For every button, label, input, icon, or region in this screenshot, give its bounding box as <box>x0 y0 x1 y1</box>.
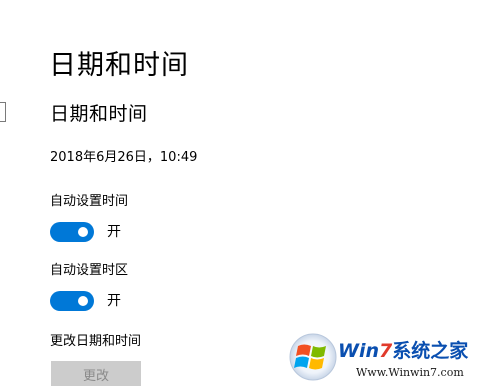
search-box-edge[interactable] <box>0 102 6 122</box>
windows-logo-icon <box>289 333 337 381</box>
auto-time-state: 开 <box>107 224 121 240</box>
auto-time-toggle[interactable] <box>50 222 94 242</box>
watermark: Win7系统之家 Www.Winwin7.com <box>286 330 487 386</box>
page-title: 日期和时间 <box>49 50 189 81</box>
auto-timezone-toggle[interactable] <box>50 291 94 311</box>
current-datetime: 2018年6月26日，10:49 <box>50 150 198 165</box>
toggle-knob <box>78 227 88 237</box>
date-time-settings-page: 日期和时间 日期和时间 2018年6月26日，10:49 自动设置时间 开 自动… <box>0 0 487 386</box>
auto-time-label: 自动设置时间 <box>50 194 129 209</box>
auto-timezone-state: 开 <box>107 293 121 309</box>
change-datetime-label: 更改日期和时间 <box>50 334 142 349</box>
section-title: 日期和时间 <box>50 103 148 125</box>
change-datetime-button[interactable]: 更改 <box>51 361 141 386</box>
watermark-url: Www.Winwin7.com <box>356 366 464 379</box>
auto-timezone-label: 自动设置时区 <box>50 263 129 278</box>
toggle-knob <box>78 296 88 306</box>
watermark-brand: Win7系统之家 <box>338 340 469 362</box>
